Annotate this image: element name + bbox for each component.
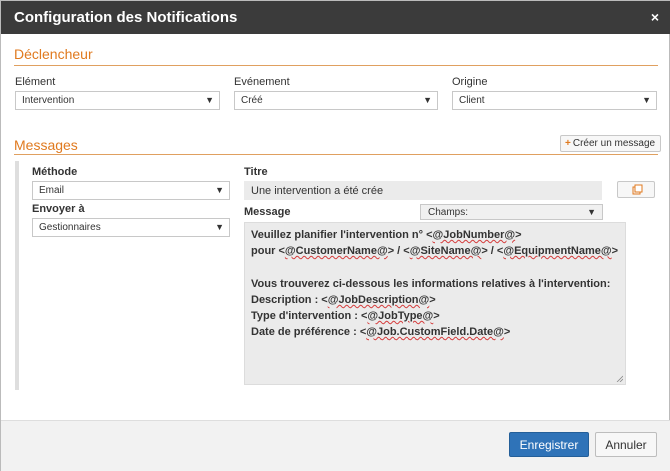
create-message-button[interactable]: + Créer un message (560, 135, 662, 152)
message-line: Description : <@JobDescription@> (251, 292, 619, 308)
element-select[interactable]: Intervention ▼ (15, 91, 220, 110)
origin-select-value: Client (459, 95, 485, 106)
messages-section-title: Messages (14, 137, 78, 153)
template-token: @CustomerName@ (284, 245, 388, 258)
plus-icon: + (565, 138, 571, 149)
message-text: > (611, 245, 619, 258)
message-text: > (515, 229, 522, 241)
copy-button[interactable] (617, 181, 655, 198)
message-text: > / < (387, 245, 410, 258)
message-text: Date de préférence : < (251, 326, 367, 339)
cancel-button[interactable]: Annuler (595, 432, 657, 457)
message-text: Description : < (251, 293, 328, 306)
message-body: Veuillez planifier l'intervention n° <@J… (251, 227, 619, 340)
dropdown-arrow-icon: ▼ (423, 95, 432, 105)
copy-icon (632, 184, 643, 195)
event-select[interactable]: Créé ▼ (234, 91, 438, 110)
element-label: Elément (15, 76, 56, 88)
element-select-value: Intervention (22, 95, 75, 106)
message-text: Veuillez planifier l'intervention n° < (251, 229, 433, 241)
dropdown-arrow-icon: ▼ (215, 222, 224, 232)
message-line: pour <@CustomerName@> / <@SiteName@> / <… (251, 243, 619, 259)
notification-config-dialog: Configuration des Notifications × Déclen… (0, 0, 670, 471)
origin-select[interactable]: Client ▼ (452, 91, 657, 110)
template-token: @JobNumber@ (432, 229, 516, 241)
title-input[interactable]: Une intervention a été crée (244, 181, 602, 200)
origin-label: Origine (452, 76, 488, 88)
dropdown-arrow-icon: ▼ (587, 207, 596, 217)
template-token: @EquipmentName@ (503, 245, 612, 258)
event-label: Evénement (234, 76, 290, 88)
fields-dropdown[interactable]: Champs: ▼ (420, 204, 603, 220)
method-select[interactable]: Email ▼ (32, 181, 230, 200)
messages-section-divider (14, 154, 658, 155)
method-select-value: Email (39, 185, 65, 196)
close-icon[interactable]: × (651, 9, 659, 25)
message-item-indicator (15, 161, 19, 390)
message-line: Type d'intervention : <@JobType@> (251, 308, 619, 324)
title-label: Titre (244, 166, 268, 178)
message-line (251, 259, 619, 275)
template-token: @Job.CustomField.Date@ (366, 326, 504, 339)
send-to-select[interactable]: Gestionnaires ▼ (32, 218, 230, 237)
dropdown-arrow-icon: ▼ (215, 185, 224, 195)
message-label: Message (244, 206, 291, 218)
trigger-section-divider (14, 65, 658, 66)
message-text: > / < (481, 245, 504, 258)
message-line: Date de préférence : <@Job.CustomField.D… (251, 324, 619, 340)
method-label: Méthode (32, 166, 78, 178)
dialog-titlebar: Configuration des Notifications × (1, 1, 670, 34)
save-button[interactable]: Enregistrer (509, 432, 589, 457)
message-text: Type d'intervention : < (251, 309, 368, 322)
dropdown-arrow-icon: ▼ (642, 95, 651, 105)
dialog-title: Configuration des Notifications (14, 9, 238, 26)
dropdown-arrow-icon: ▼ (205, 95, 214, 105)
message-text: > (429, 293, 436, 306)
send-to-label: Envoyer à (32, 203, 85, 215)
send-to-select-value: Gestionnaires (39, 222, 101, 233)
message-line: Veuillez planifier l'intervention n° <@J… (251, 227, 619, 243)
message-line: Vous trouverez ci-dessous les informatio… (251, 276, 619, 292)
message-textarea[interactable]: Veuillez planifier l'intervention n° <@J… (244, 222, 626, 385)
event-select-value: Créé (241, 95, 263, 106)
message-text: Vous trouverez ci-dessous les informatio… (251, 277, 611, 290)
message-text: pour < (251, 245, 285, 258)
template-token: @JobType@ (367, 309, 434, 322)
message-text: > (503, 326, 511, 339)
message-text: > (433, 309, 440, 322)
trigger-section-title: Déclencheur (14, 46, 93, 62)
template-token: @SiteName@ (409, 245, 482, 258)
resize-handle-icon[interactable] (616, 375, 623, 382)
template-token: @JobDescription@ (327, 293, 430, 306)
fields-dropdown-label: Champs: (428, 207, 469, 218)
create-message-label: Créer un message (572, 138, 656, 149)
